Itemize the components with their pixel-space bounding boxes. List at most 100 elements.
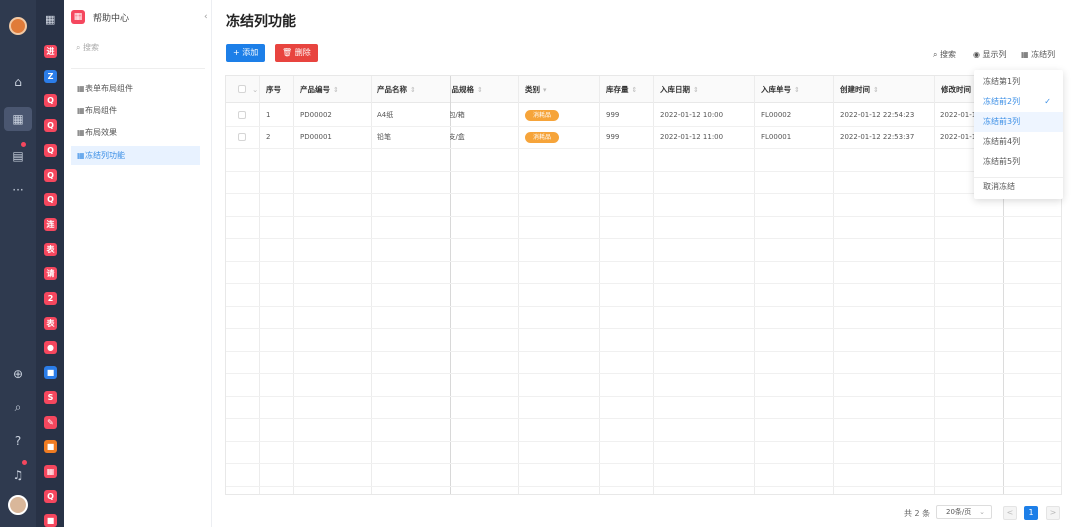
app-shortcut-icon[interactable]: ■ [44,366,57,380]
app-shortcut-icon[interactable]: Q [44,193,57,207]
more-icon[interactable]: ··· [8,180,28,200]
freeze-option-2[interactable]: 冻结前2列 ✓ [974,92,1063,112]
freeze-option-1[interactable]: 冻结第1列 [974,72,1063,92]
sort-icon: ⇕ [477,86,483,94]
plus-circle-icon[interactable]: ⊕ [8,364,28,384]
category-tag: 消耗品 [525,131,560,143]
app-shortcut-icon[interactable]: 进 [44,45,57,58]
trash-icon: 🗑 [282,48,295,57]
menu-item-freeze-column[interactable]: ▦ 冻结列功能 [71,146,200,165]
global-rail: ⌂ ▦ ▤ ··· ⊕ ⌕ ? ♫ [0,0,36,527]
app-shortcut-icon[interactable]: ● [44,341,57,355]
freeze-option-3[interactable]: 冻结前3列 [974,112,1063,132]
cell-category: 消耗品 [519,104,560,126]
cancel-freeze-option[interactable]: 取消冻结 [974,177,1063,197]
header-index: 序号 [266,85,281,94]
sort-icon: ⇕ [333,86,339,94]
apps-grid-icon[interactable]: ▦ [45,14,57,26]
select-dropdown-icon[interactable]: ⌄ [246,76,258,103]
header-in-no[interactable]: 入库单号 ⇕ [755,76,800,103]
cell-spec: 2包/箱 [450,111,465,119]
cell-created: 2022-01-12 22:53:37 [840,133,915,141]
menu-item-layout-effect[interactable]: ▦ 布局效果 [71,123,200,142]
workspace-logo[interactable] [9,17,27,35]
cell-code: PD00002 [300,111,332,119]
app-shortcut-icon[interactable]: 表 [44,242,57,256]
header-stock[interactable]: 库存量 ⇕ [600,76,637,103]
header-created[interactable]: 创建时间 ⇕ [834,76,879,103]
row-checkbox[interactable] [238,133,246,141]
row-divider [226,238,1061,239]
app-shortcut-icon[interactable]: 连 [44,217,57,231]
calendar-icon[interactable]: ▤ [8,146,28,166]
main-content: 冻结列功能 + 添加 🗑 删除 ⌕ 搜索 ◉ 显示列 ▦ 冻结列 ⌄ 序号 产品… [212,0,1080,527]
app-shortcut-icon[interactable]: Q [44,489,57,503]
row-divider [226,215,1061,217]
chevron-down-icon: ⌄ [979,508,985,516]
delete-button[interactable]: 🗑 删除 [275,44,318,62]
sort-icon: ⇕ [631,86,638,94]
collapse-icon[interactable]: ‹ [204,12,208,22]
app-strip: ▦ 进 Z Q Q Q Q Q 连表请 2 表 ● ■ S ✎ ■ ▦ Q ■ [36,0,64,527]
filter-icon: ▾ [543,86,547,94]
freeze-option-5[interactable]: 冻结前5列 [974,152,1063,172]
app-shortcut-icon[interactable]: Z [44,69,57,83]
app-shortcut-icon[interactable]: 2 [44,292,57,305]
app-shortcut-icon[interactable]: Q [44,119,57,133]
cell-stock: 999 [606,133,620,141]
show-columns-button[interactable]: ◉ 显示列 [973,49,1007,60]
bell-icon[interactable]: ♫ [8,465,28,485]
app-shortcut-icon[interactable]: Q [44,94,57,108]
app-shortcut-icon[interactable]: ■ [44,440,57,454]
app-shortcut-icon[interactable]: ■ [44,514,57,527]
sort-icon: ⇕ [410,86,416,94]
next-page-button[interactable]: > [1046,506,1060,520]
cell-code: PD00001 [300,133,332,141]
side-menu: ▦ 帮助中心 ‹ ⌕ 搜索 ▦ 表单布局组件 ▦ 布局组件 ▦ 布局效果 ▦ 冻结列功能 [64,0,212,527]
eye-icon: ◉ [973,50,983,59]
cell-stock: 999 [606,111,620,119]
header-name[interactable]: 产品名称 ⇕ [371,76,416,103]
header-category[interactable]: 类别 ▾ [519,76,547,103]
search-icon[interactable]: ⌕ [8,397,28,417]
cell-created: 2022-01-12 22:54:23 [840,111,915,119]
header-spec[interactable]: 产品规格⇕ [450,76,518,103]
prev-page-button[interactable]: < [1003,506,1017,520]
app-shortcut-icon[interactable]: Q [44,143,57,157]
user-avatar[interactable] [8,495,28,515]
notification-dot [22,460,27,465]
app-shortcut-icon[interactable]: 表 [44,316,57,330]
grid-icon: ▦ [77,84,85,93]
select-all-checkbox[interactable] [238,85,246,93]
row-divider [226,283,1061,284]
help-icon[interactable]: ? [8,431,28,451]
current-page-button[interactable]: 1 [1024,506,1038,520]
row-checkbox[interactable] [238,111,246,119]
cell-index: 2 [266,133,271,141]
app-shortcut-icon[interactable]: ▦ [44,464,57,478]
page-size-select[interactable]: 20条/页 ⌄ [936,505,992,519]
header-code[interactable]: 产品编号 ⇕ [294,76,339,103]
freeze-columns-button[interactable]: ▦ 冻结列 [1021,49,1055,60]
cell-name: A4纸 [377,111,394,119]
row-divider [226,305,1061,307]
menu-item-layout[interactable]: ▦ 布局组件 [71,101,200,120]
menu-item-form-layout[interactable]: ▦ 表单布局组件 [71,79,200,98]
home-icon[interactable]: ⌂ [8,72,28,92]
grid-icon[interactable]: ▦ [4,107,32,131]
header-in-date[interactable]: 入库日期 ⇕ [654,76,699,103]
sort-icon: ⇕ [693,86,699,94]
app-shortcut-icon[interactable]: Q [44,168,57,182]
app-shortcut-icon[interactable]: ✎ [44,415,57,429]
row-divider [226,418,1061,419]
app-shortcut-icon[interactable]: S [44,390,57,404]
menu-search-input[interactable]: ⌕ 搜索 [76,42,99,53]
row-divider [226,193,1061,194]
plus-icon: + [233,48,243,57]
freeze-option-4[interactable]: 冻结前4列 [974,132,1063,152]
cell-in-no: FL00002 [761,111,792,119]
app-shortcut-icon[interactable]: 请 [44,267,57,281]
pagination-total: 共 2 条 [904,509,931,518]
search-button[interactable]: ⌕ 搜索 [933,49,956,60]
add-button[interactable]: + 添加 [226,44,266,62]
